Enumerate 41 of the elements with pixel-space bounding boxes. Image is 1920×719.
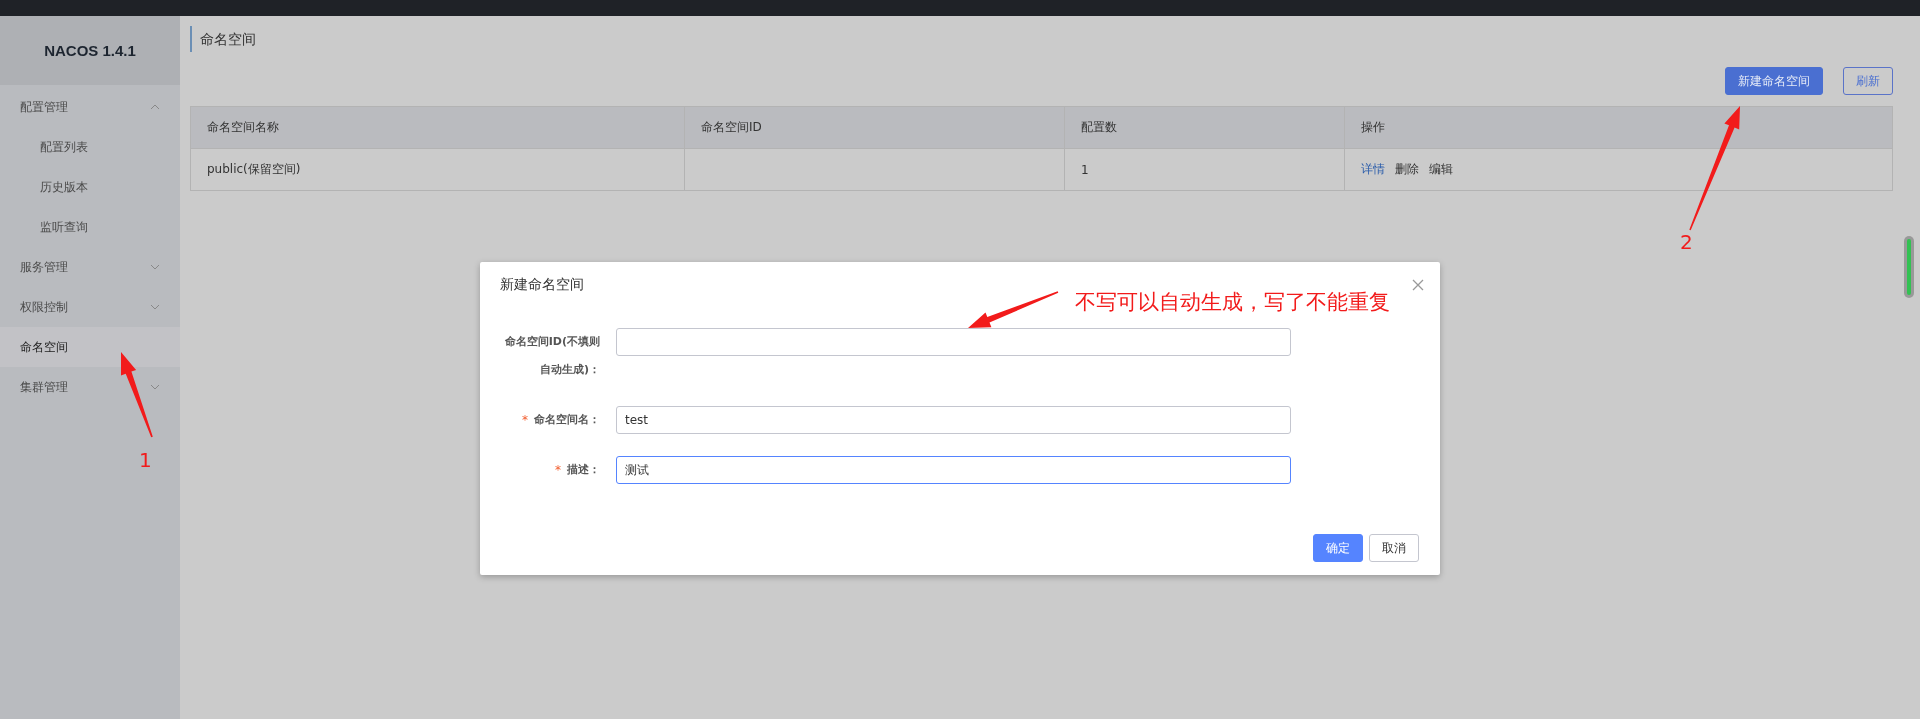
input-field[interactable]: 测试 <box>616 456 1291 484</box>
create-button[interactable]: 新建命名空间 <box>1725 67 1823 95</box>
header-text: 配置数 <box>1081 119 1117 136</box>
table-cell: public(保留空间) <box>207 161 301 178</box>
submenu-item[interactable]: 监听查询 <box>0 207 180 247</box>
annotation-text: 2 <box>1680 230 1693 254</box>
action-link[interactable]: 详情 <box>1361 161 1385 178</box>
action-link[interactable]: 编辑 <box>1429 161 1453 178</box>
confirm-button[interactable]: 确定 <box>1313 534 1363 562</box>
table-cell: 1 <box>1081 162 1089 177</box>
chevron-icon <box>150 384 160 390</box>
field-label: 命名空间名： <box>534 412 600 428</box>
page-title: 命名空间 <box>190 26 1893 52</box>
menu-item[interactable]: 命名空间 <box>0 327 180 367</box>
submenu-item[interactable]: 历史版本 <box>0 167 180 207</box>
chevron-icon <box>150 104 160 110</box>
scrollbar[interactable] <box>1904 236 1914 298</box>
dialog-title: 新建命名空间 <box>500 276 584 294</box>
chevron-icon <box>150 264 160 270</box>
chevron-icon <box>150 304 160 310</box>
field-label: 命名空间ID(不填则自动生成)： <box>503 334 600 378</box>
annotation-text: 1 <box>139 448 152 472</box>
menu-item[interactable]: 权限控制 <box>0 287 180 327</box>
input-field[interactable] <box>616 328 1291 356</box>
header-text: 命名空间名称 <box>207 119 279 136</box>
header-text: 命名空间ID <box>701 119 762 136</box>
header-text: 操作 <box>1361 119 1385 136</box>
annotation-text: 不写可以自动生成，写了不能重复 <box>1075 289 1390 316</box>
field-label: 描述： <box>567 462 600 478</box>
refresh-button[interactable]: 刷新 <box>1843 67 1893 95</box>
menu-item[interactable]: 配置管理 <box>0 87 180 127</box>
cancel-button[interactable]: 取消 <box>1369 534 1419 562</box>
logo-text: NACOS 1.4.1 <box>44 42 136 59</box>
required-mark: * <box>522 412 528 429</box>
menu-item[interactable]: 集群管理 <box>0 367 180 407</box>
menu-item[interactable]: 服务管理 <box>0 247 180 287</box>
close-icon[interactable] <box>1412 279 1424 291</box>
required-mark: * <box>555 462 561 479</box>
input-field[interactable]: test <box>616 406 1291 434</box>
submenu-item[interactable]: 配置列表 <box>0 127 180 167</box>
action-link[interactable]: 删除 <box>1395 161 1419 178</box>
